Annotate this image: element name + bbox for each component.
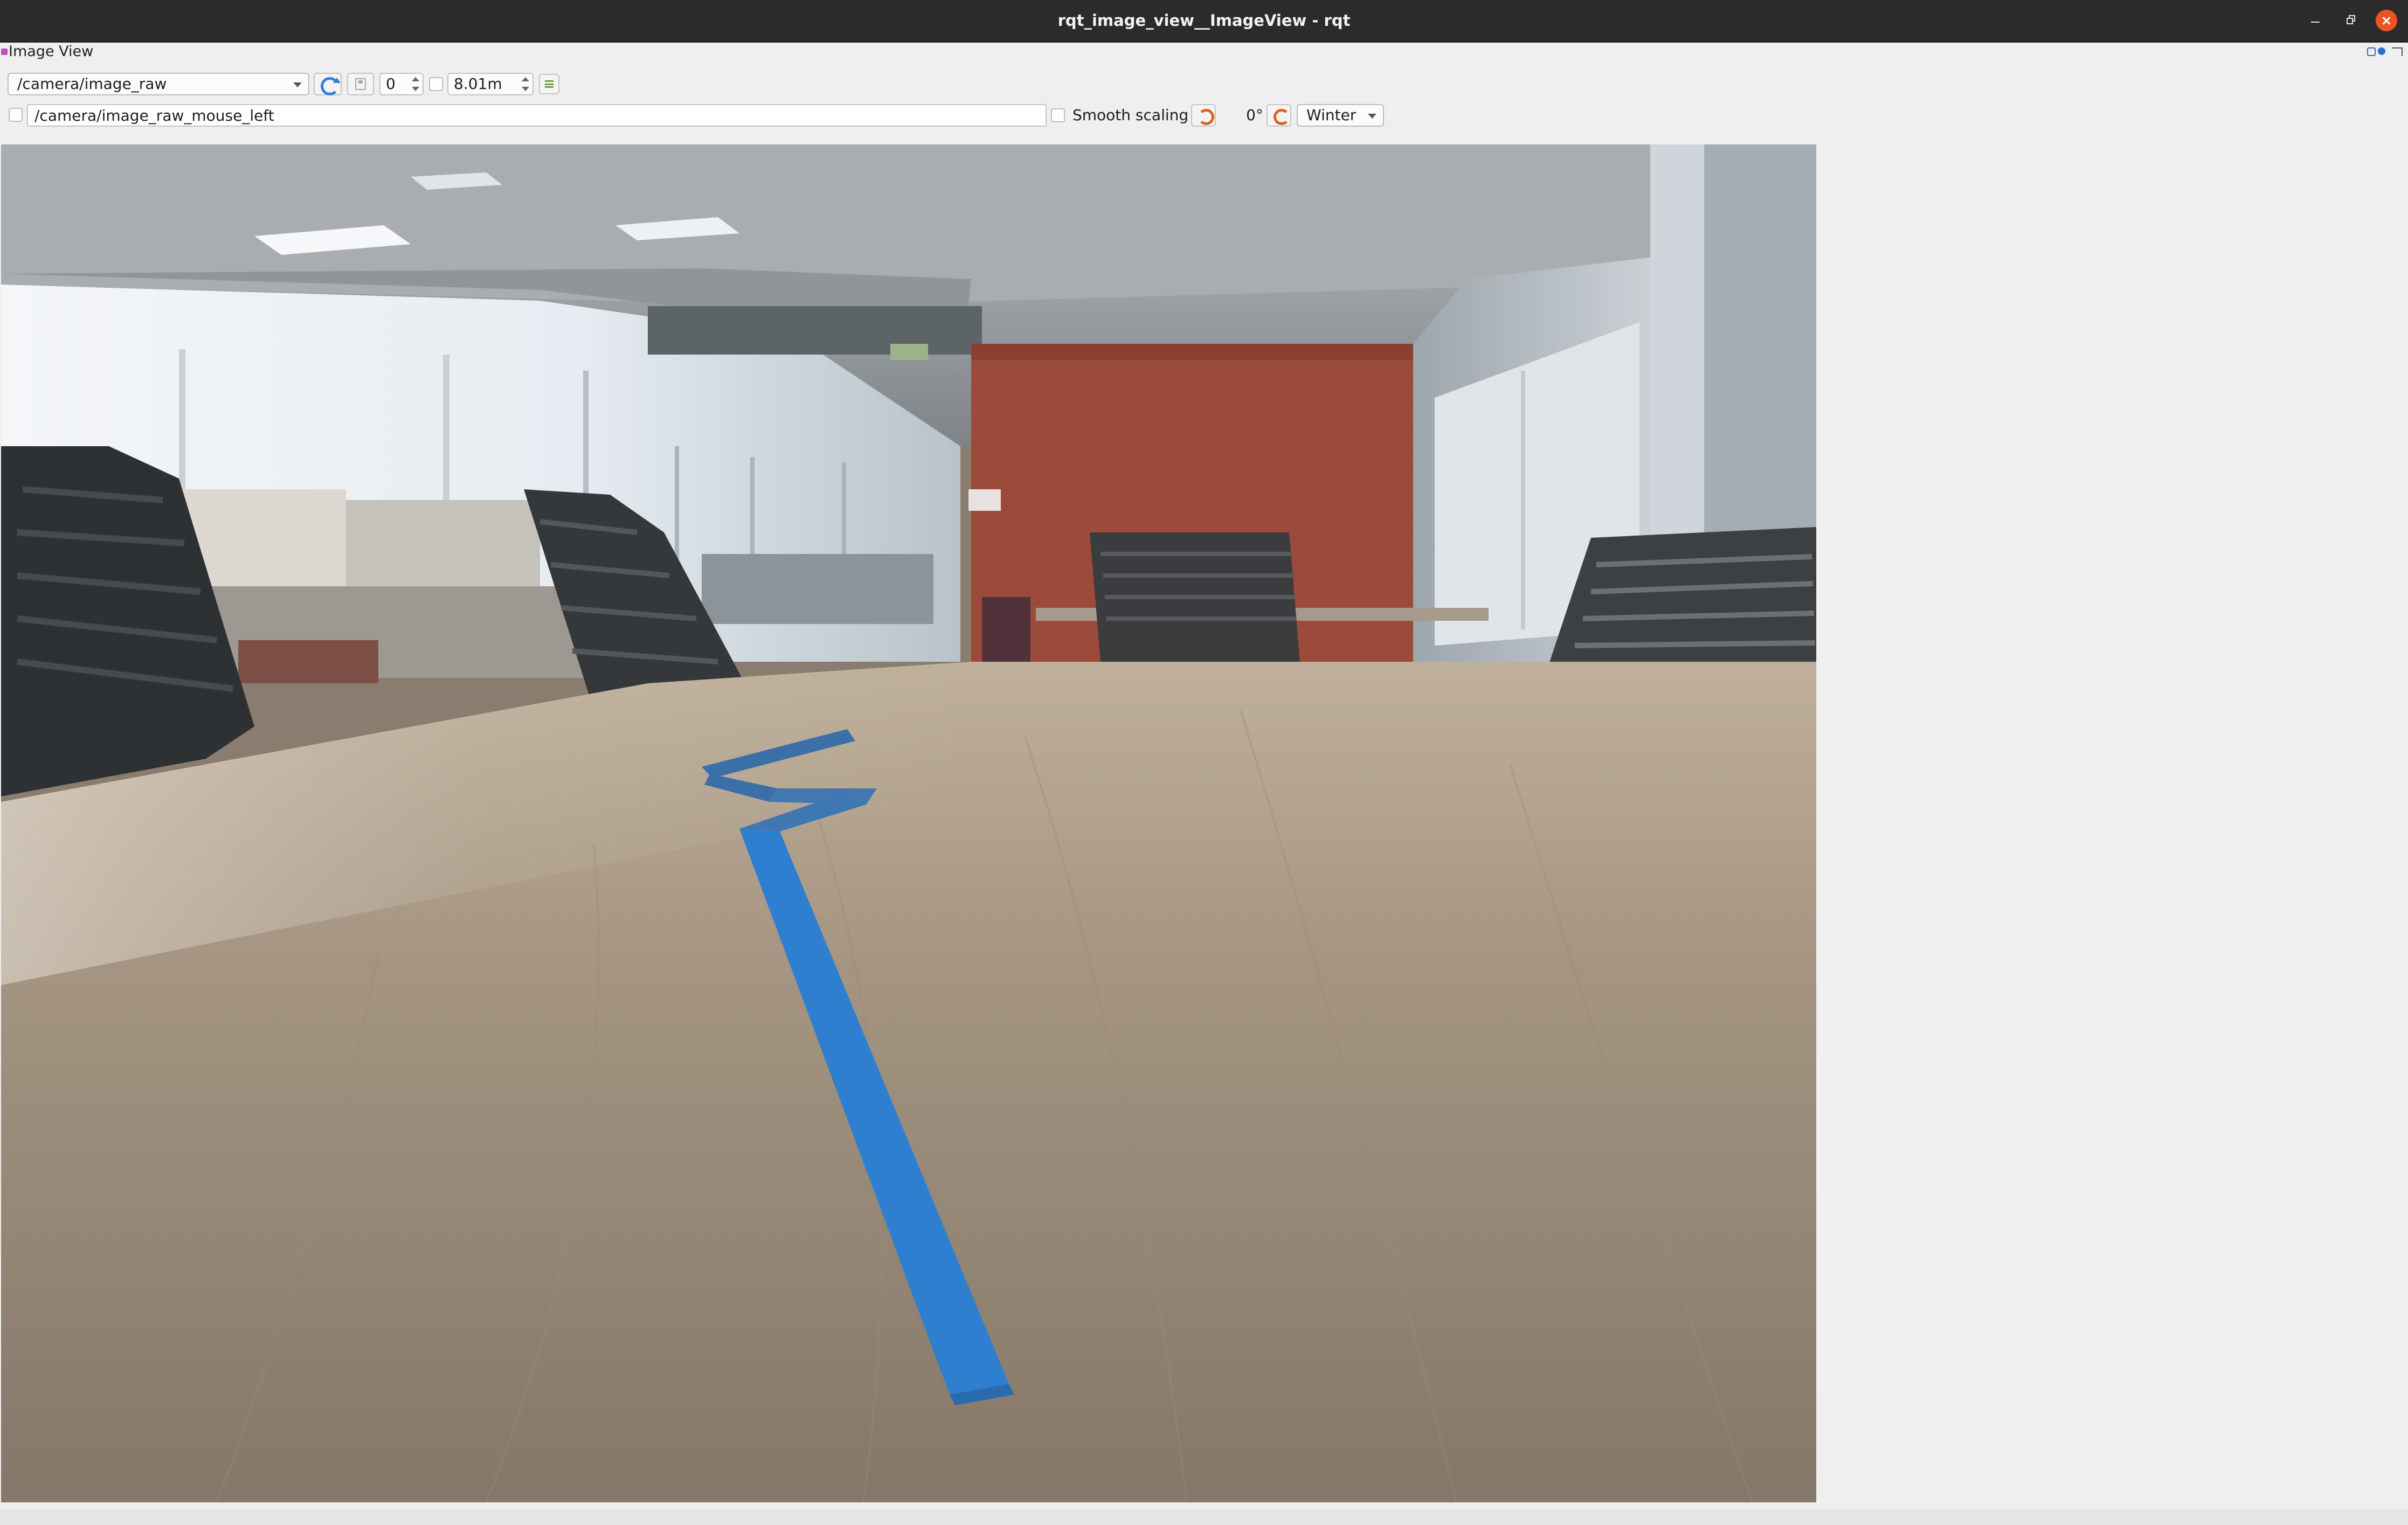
window-title: rqt_image_view__ImageView - rqt xyxy=(1057,11,1351,30)
close-icon[interactable] xyxy=(2376,10,2397,31)
spin-down-icon[interactable] xyxy=(412,87,419,91)
refresh-icon xyxy=(321,77,341,95)
spin-up-icon[interactable] xyxy=(522,77,529,81)
spin-down-icon[interactable] xyxy=(522,87,529,91)
rotate-left-icon xyxy=(1198,109,1214,125)
close-plugin-icon[interactable] xyxy=(2392,47,2403,56)
plugin-title: Image View xyxy=(9,43,94,60)
help-icon[interactable] xyxy=(2367,47,2376,56)
publish-mouse-checkbox[interactable] xyxy=(9,108,23,122)
topic-selector[interactable]: /camera/image_raw xyxy=(8,73,309,95)
chevron-down-icon xyxy=(1368,114,1376,119)
mouse-topic-field[interactable] xyxy=(27,104,1047,127)
gridlines-spinbox[interactable]: 0 xyxy=(379,73,424,95)
window-titlebar: rqt_image_view__ImageView - rqt xyxy=(0,0,2408,43)
rotate-left-button[interactable] xyxy=(1191,104,1216,127)
reload-icon[interactable] xyxy=(2378,47,2385,55)
save-image-button[interactable] xyxy=(347,73,374,95)
spin-up-icon[interactable] xyxy=(412,77,419,81)
refresh-topics-button[interactable] xyxy=(314,73,342,95)
status-strip xyxy=(0,1509,2408,1525)
chevron-down-icon xyxy=(293,82,302,87)
colormap-selector[interactable]: Winter xyxy=(1297,104,1384,127)
colormap-value: Winter xyxy=(1306,106,1357,124)
max-depth-spinbox[interactable]: 8.01m xyxy=(447,73,534,95)
smooth-scaling-checkbox[interactable] xyxy=(1051,108,1065,122)
minimize-icon[interactable] xyxy=(2305,10,2326,31)
rotate-right-icon xyxy=(1274,109,1290,125)
maximize-icon[interactable] xyxy=(2341,10,2363,31)
camera-image-view[interactable] xyxy=(1,144,1816,1502)
max-depth-value: 8.01m xyxy=(454,75,502,93)
publish-button[interactable] xyxy=(539,74,559,94)
plugin-header-controls xyxy=(2367,46,2408,58)
plugin-drag-handle[interactable] xyxy=(1,48,8,55)
rotation-label: 0° xyxy=(1246,106,1263,124)
rotate-right-button[interactable] xyxy=(1267,104,1291,127)
smooth-scaling-label: Smooth scaling xyxy=(1072,106,1189,124)
save-icon xyxy=(355,78,366,90)
dynamic-range-checkbox[interactable] xyxy=(429,77,443,91)
camera-image xyxy=(1,144,1816,1502)
publish-icon xyxy=(545,80,553,88)
gridlines-value: 0 xyxy=(386,75,396,93)
topic-selector-value: /camera/image_raw xyxy=(17,75,167,93)
